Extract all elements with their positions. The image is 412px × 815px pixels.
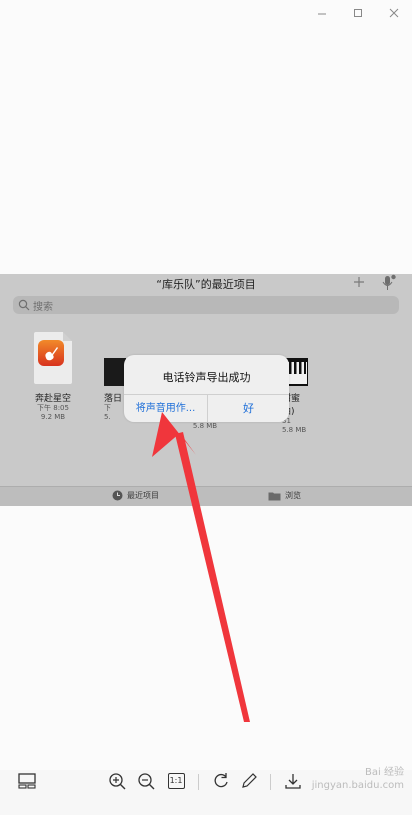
plus-icon[interactable] bbox=[352, 275, 366, 289]
recent-projects-header: “库乐队”的最近项目 bbox=[0, 274, 412, 294]
maximize-button[interactable] bbox=[340, 2, 376, 24]
edit-button[interactable] bbox=[238, 770, 260, 792]
close-icon bbox=[389, 8, 399, 18]
toolbar-divider bbox=[198, 774, 199, 790]
recent-projects-title: “库乐队”的最近项目 bbox=[156, 278, 256, 291]
actual-size-label: 1:1 bbox=[167, 773, 185, 789]
tab-label: 最近项目 bbox=[127, 491, 159, 500]
close-button[interactable] bbox=[376, 2, 412, 24]
garageband-file-thumbnail[interactable] bbox=[34, 332, 72, 384]
file-size: 5.8 MB bbox=[282, 426, 307, 434]
download-icon bbox=[285, 774, 301, 789]
zoom-in-icon bbox=[109, 773, 126, 790]
tab-recent-projects[interactable]: 最近项目 bbox=[112, 490, 159, 501]
minimize-icon bbox=[318, 13, 326, 15]
tab-browse[interactable]: 浏览 bbox=[268, 490, 301, 501]
clock-icon bbox=[112, 490, 123, 501]
use-sound-as-button[interactable]: 将声音用作... bbox=[124, 395, 207, 422]
file-item[interactable]: 落日 下 5. bbox=[104, 389, 126, 422]
search-icon bbox=[18, 299, 30, 311]
rotate-button[interactable] bbox=[210, 770, 232, 792]
search-placeholder: 搜索 bbox=[33, 302, 53, 313]
zoom-out-button[interactable] bbox=[135, 770, 157, 792]
file-time: 下 bbox=[104, 404, 111, 412]
rotate-icon bbox=[214, 773, 228, 788]
displayed-screenshot: “库乐队”的最近项目 搜索 奔赴星空 下午 8:05 9.2 MB 落日 下 5… bbox=[0, 274, 412, 506]
ok-button[interactable]: 好 bbox=[208, 395, 289, 422]
file-item[interactable]: 奔赴星空 下午 8:05 9.2 MB bbox=[26, 389, 80, 422]
bottom-tab-bar: 最近项目 浏览 bbox=[0, 486, 412, 506]
file-name: 奔赴星空 bbox=[34, 394, 71, 404]
minimize-button[interactable] bbox=[304, 2, 340, 24]
tab-label: 浏览 bbox=[285, 491, 301, 500]
watermark-line2: jingyan.baidu.com bbox=[311, 780, 404, 791]
thumbnail-toggle-button[interactable] bbox=[16, 770, 38, 792]
toolbar-divider bbox=[270, 774, 271, 790]
window-controls bbox=[304, 0, 412, 26]
pencil-icon bbox=[242, 773, 257, 788]
viewer-toolbar: 1:1 Bai 经验 jingyan.baidu.com bbox=[0, 760, 412, 815]
file-size: 5. bbox=[104, 413, 111, 421]
piano-thumbnail[interactable] bbox=[286, 358, 308, 386]
actual-size-button[interactable]: 1:1 bbox=[165, 770, 187, 792]
watermark-line1: Bai 经验 bbox=[365, 767, 404, 778]
panel-icon bbox=[18, 773, 36, 789]
file-name: 落日 bbox=[104, 394, 123, 404]
zoom-in-button[interactable] bbox=[106, 770, 128, 792]
guitar-icon bbox=[38, 340, 64, 366]
file-item[interactable]: 5.8 MB bbox=[190, 422, 220, 431]
microphone-icon[interactable] bbox=[380, 274, 396, 291]
file-size: 5.8 MB bbox=[192, 422, 218, 430]
export-success-alert: 电话铃声导出成功 将声音用作... 好 bbox=[124, 355, 289, 422]
zoom-out-icon bbox=[138, 773, 155, 790]
page-fold bbox=[63, 332, 72, 341]
folder-icon bbox=[268, 492, 281, 500]
file-time: 下午 8:05 bbox=[37, 404, 69, 412]
piano-keys-icon bbox=[287, 362, 307, 384]
file-size: 9.2 MB bbox=[40, 413, 66, 421]
alert-title: 电话铃声导出成功 bbox=[162, 371, 251, 384]
maximize-icon bbox=[354, 9, 362, 17]
file-thumbnail-dark[interactable] bbox=[104, 358, 126, 386]
search-input[interactable]: 搜索 bbox=[13, 296, 399, 314]
download-button[interactable] bbox=[282, 770, 304, 792]
watermark: Bai 经验 jingyan.baidu.com bbox=[312, 766, 404, 792]
